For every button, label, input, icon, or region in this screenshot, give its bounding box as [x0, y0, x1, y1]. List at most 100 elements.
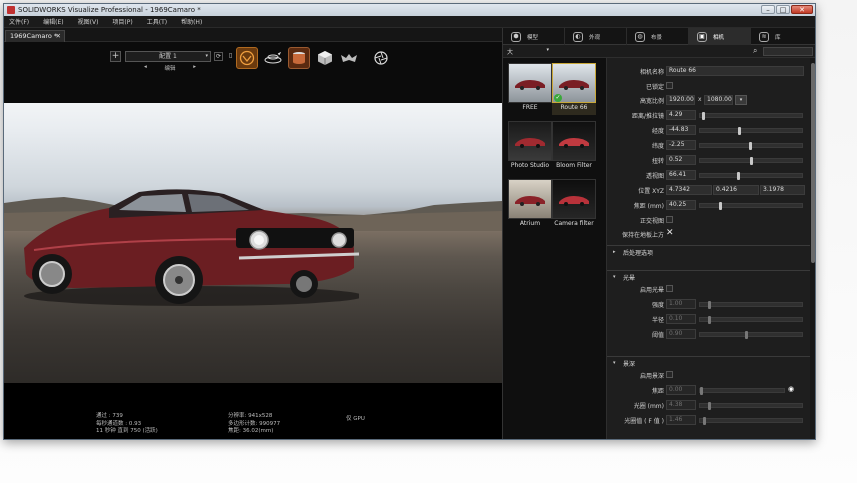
edit-config-label[interactable]: 编辑 [164, 64, 175, 72]
close-tab-icon[interactable]: ✕ [56, 31, 61, 42]
slider-handle[interactable] [738, 127, 741, 135]
slider-handle[interactable] [750, 157, 753, 165]
bloom-intensity-slider[interactable] [699, 301, 803, 309]
twist-field[interactable]: 0.52 [666, 155, 696, 165]
search-icon: ⌕ [753, 46, 758, 55]
focus-distance-slider[interactable] [699, 387, 785, 395]
bloom-radius-field[interactable]: 0.10 [666, 314, 696, 324]
aspect-width-field[interactable]: 1920.00 [666, 95, 695, 105]
slider-handle[interactable] [708, 301, 711, 309]
distance-slider[interactable] [699, 112, 803, 120]
tab-cameras[interactable]: ▣ 相机 [689, 28, 751, 45]
window-controls: – □ ✕ [761, 5, 813, 14]
camera-name-row: 相机名称 Route 66 [607, 66, 810, 77]
search-input[interactable] [763, 47, 813, 56]
perspective-field[interactable]: 66.41 [666, 170, 696, 180]
tab-library[interactable]: ≋ 库 [751, 28, 815, 45]
scrollbar-thumb[interactable] [811, 63, 815, 263]
menu-project[interactable]: 项目(P) [112, 17, 132, 26]
close-button[interactable]: ✕ [791, 5, 813, 14]
tab-appearances[interactable]: ◐ 外观 [565, 28, 627, 45]
render-viewport[interactable] [4, 103, 502, 383]
fstop-slider[interactable] [699, 417, 803, 425]
slider-handle[interactable] [702, 112, 705, 120]
slider-handle[interactable] [700, 387, 703, 395]
section-post-processing[interactable]: ▸ 后处理选项 [607, 245, 810, 257]
chevron-down-icon: ▾ [613, 274, 616, 280]
bloom-threshold-slider[interactable] [699, 331, 803, 339]
position-y-field[interactable]: 0.4216 [713, 185, 759, 195]
keep-above-floor-checkbox[interactable]: ✕ [666, 228, 674, 238]
background-icon[interactable] [288, 47, 310, 69]
menu-help[interactable]: 帮助(H) [181, 17, 202, 26]
focal-length-slider[interactable] [699, 202, 803, 210]
next-config-button[interactable]: ▸ [193, 64, 196, 72]
fstop-field[interactable]: 1.46 [666, 415, 696, 425]
section-bloom[interactable]: ▾ 光晕 [607, 270, 810, 282]
distance-row: 距离/推拉镜 4.29 [607, 110, 810, 121]
properties-scrollbar[interactable] [810, 58, 815, 439]
focus-distance-field[interactable]: 0.00 [666, 385, 696, 395]
camera-name-field[interactable]: Route 66 [666, 66, 804, 76]
tab-scenes[interactable]: ◍ 布景 [627, 28, 689, 45]
ortho-checkbox[interactable] [666, 216, 673, 223]
aspect-height-field[interactable]: 1080.00 [704, 95, 733, 105]
camera-thumb-route-66[interactable]: ✓ Route 66 [552, 63, 596, 115]
perspective-slider[interactable] [699, 172, 803, 180]
enable-dof-checkbox[interactable] [666, 371, 673, 378]
aperture-icon[interactable] [370, 47, 392, 69]
model-cube-icon[interactable] [314, 47, 336, 69]
latitude-field[interactable]: -2.25 [666, 140, 696, 150]
aspect-preset-dropdown[interactable]: ▾ [735, 95, 747, 105]
slider-handle[interactable] [745, 331, 748, 339]
locked-checkbox[interactable] [666, 82, 673, 89]
render-stats-passes: 通过 : 739 每秒通道数 : 0.93 11 秒钟 直到 750 (活跃) [96, 413, 158, 434]
section-depth-of-field[interactable]: ▾ 景深 [607, 356, 810, 368]
bloom-threshold-field[interactable]: 0.90 [666, 329, 696, 339]
slider-handle[interactable] [703, 417, 706, 425]
minimize-button[interactable]: – [761, 5, 775, 14]
slider-handle[interactable] [749, 142, 752, 150]
refresh-icon[interactable]: ⟳ [214, 52, 223, 61]
distance-field[interactable]: 4.29 [666, 110, 696, 120]
slider-handle[interactable] [719, 202, 722, 210]
camera-thumb-free[interactable]: FREE [508, 63, 552, 115]
slider-handle[interactable] [708, 316, 711, 324]
slider-handle[interactable] [737, 172, 740, 180]
menu-file[interactable]: 文件(F) [9, 17, 29, 26]
longitude-field[interactable]: -44.83 [666, 125, 696, 135]
aspect-ratio-row: 高宽比例 1920.00 x 1080.00 ▾ [607, 95, 810, 106]
eyedropper-icon[interactable]: ◉ [788, 385, 794, 393]
add-configuration-button[interactable]: + [110, 51, 121, 62]
device-icon[interactable]: ▯ [226, 52, 235, 61]
focal-length-field[interactable]: 40.25 [666, 200, 696, 210]
longitude-slider[interactable] [699, 127, 803, 135]
enable-bloom-checkbox[interactable] [666, 285, 673, 292]
camera-thumb-bloom-filter[interactable]: Bloom Filter [552, 121, 596, 173]
camera-thumb-atrium[interactable]: Atrium [508, 179, 552, 231]
tab-models[interactable]: ⬢ 模型 [503, 28, 565, 45]
position-z-field[interactable]: 3.1978 [760, 185, 805, 195]
aperture-slider[interactable] [699, 402, 803, 410]
turntable-icon[interactable] [262, 47, 284, 69]
maximize-button[interactable]: □ [776, 5, 790, 14]
menu-edit[interactable]: 编辑(E) [43, 17, 63, 26]
document-tab[interactable]: 1969Camaro * ✕ [5, 30, 65, 42]
configuration-select[interactable]: 配置 1 ▾ [125, 51, 211, 62]
aperture-field[interactable]: 4.38 [666, 400, 696, 410]
latitude-slider[interactable] [699, 142, 803, 150]
bloom-intensity-field[interactable]: 1.00 [666, 299, 696, 309]
palette-tabs: ⬢ 模型 ◐ 外观 ◍ 布景 ▣ 相机 ≋ 库 [503, 28, 815, 45]
menu-tools[interactable]: 工具(T) [147, 17, 167, 26]
bloom-radius-slider[interactable] [699, 316, 803, 324]
thumbnail-size-select[interactable]: 大 ▾ [507, 47, 549, 56]
render-mode-icon[interactable] [236, 47, 258, 69]
camera-thumb-photo-studio[interactable]: Photo Studio [508, 121, 552, 173]
camera-thumb-camera-filter[interactable]: Camera filter [552, 179, 596, 231]
twist-slider[interactable] [699, 157, 803, 165]
slider-handle[interactable] [708, 402, 711, 410]
menu-view[interactable]: 视图(V) [78, 17, 99, 26]
position-x-field[interactable]: 4.7342 [666, 185, 712, 195]
surface-icon[interactable] [338, 47, 360, 69]
prev-config-button[interactable]: ◂ [144, 64, 147, 72]
